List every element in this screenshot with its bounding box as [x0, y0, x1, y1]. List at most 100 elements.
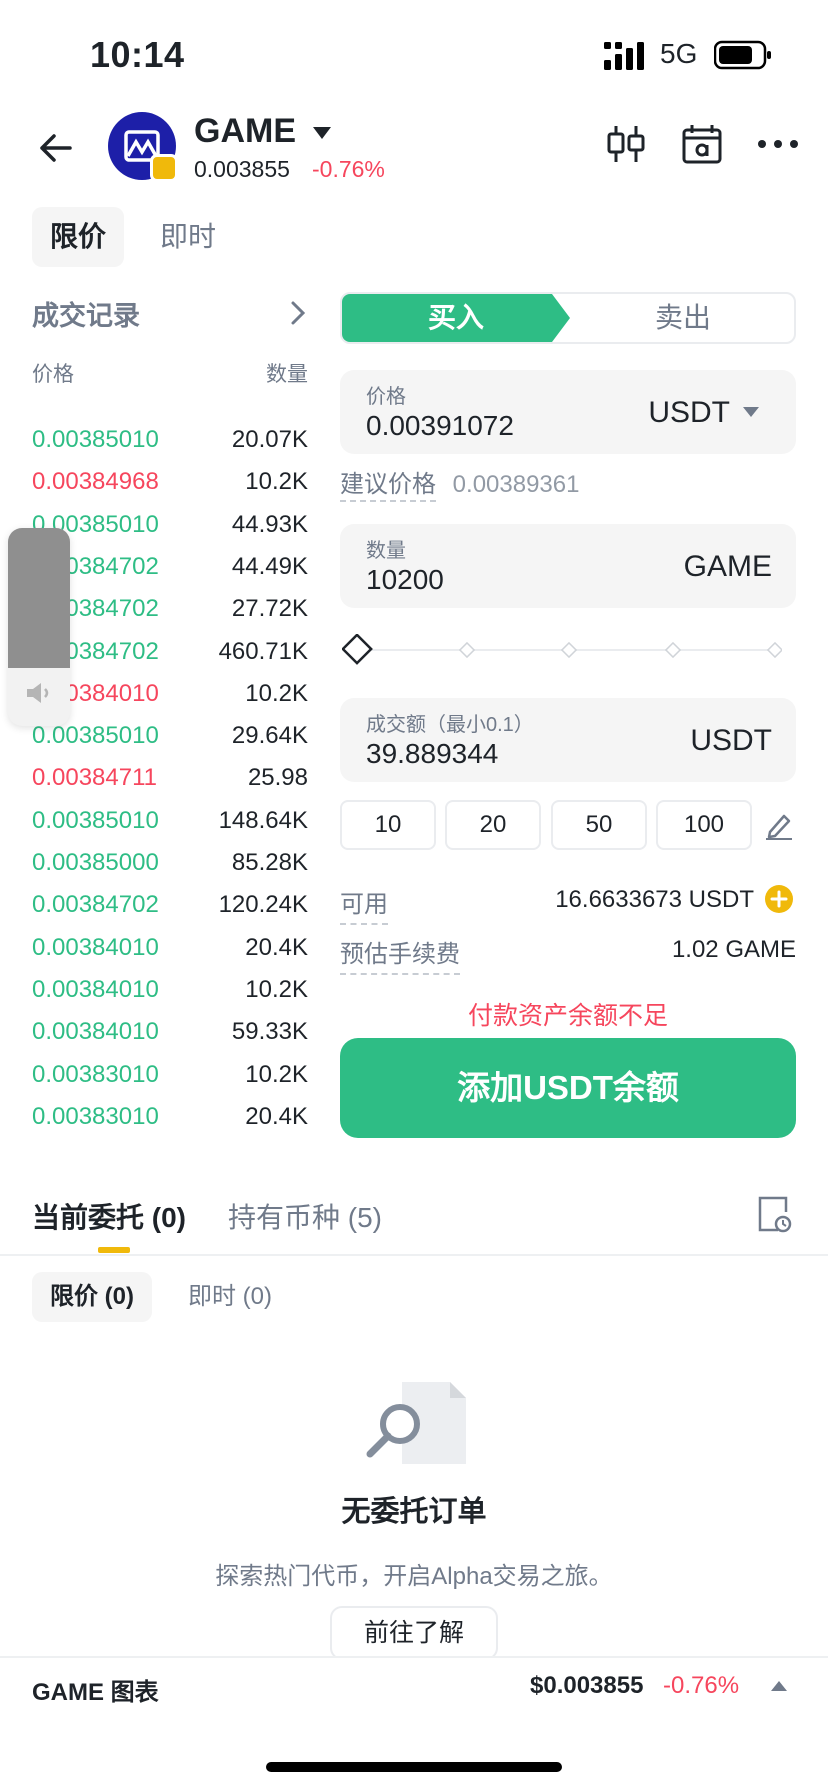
quantity-field[interactable]: 数量 10200 GAME — [340, 524, 796, 608]
speaker-icon — [27, 683, 49, 703]
trade-row: 0.00384968 10.2K — [32, 460, 308, 502]
trade-quantity: 20.07K — [231, 426, 308, 453]
trade-price: 0.00384702 — [32, 891, 159, 919]
quick-amount-button[interactable]: 20 — [445, 800, 541, 850]
trade-price: 0.00385000 — [32, 849, 159, 876]
trade-price: 0.00384010 — [32, 933, 159, 961]
available-value: 16.6633673 USDT — [555, 886, 754, 913]
trade-quantity: 25.98 — [247, 764, 308, 792]
suggested-price: 建议价格 0.00389361 — [340, 464, 580, 502]
learn-more-button[interactable]: 前往了解 — [330, 1606, 498, 1660]
buy-sell-switch: 买入 卖出 — [340, 292, 796, 344]
quick-amount-button[interactable]: 100 — [656, 800, 752, 850]
trade-row: 0.00385010 29.64K — [32, 714, 308, 756]
trade-quantity: 20.4K — [245, 933, 308, 961]
more-icon[interactable] — [756, 122, 800, 166]
trade-quantity: 10.2K — [245, 679, 308, 707]
quick-amount-button[interactable]: 10 — [340, 800, 436, 850]
back-arrow-icon[interactable] — [36, 128, 76, 168]
trade-price: 0.00384711 — [32, 764, 158, 792]
trade-quantity: 27.72K — [231, 595, 308, 623]
chevron-right-icon[interactable] — [288, 300, 308, 326]
trade-quantity: 85.28K — [231, 849, 308, 876]
divider — [0, 1254, 828, 1256]
price-column-header: 价格 — [32, 363, 74, 386]
chart-bar-change: -0.76% — [663, 1672, 740, 1699]
quick-amount-button[interactable]: 50 — [551, 800, 647, 850]
candlestick-chart-icon[interactable] — [604, 122, 648, 166]
buy-tab[interactable]: 买入 — [342, 294, 570, 342]
available-label: 可用 — [340, 884, 388, 925]
sell-tab[interactable]: 卖出 — [570, 294, 796, 342]
trade-row: 0.00384702 44.49K — [32, 545, 308, 587]
insufficient-balance-warning: 付款资产余额不足 — [467, 1002, 668, 1030]
network-type: 5G — [660, 38, 698, 69]
tab-open-orders[interactable]: 当前委托 (0) — [32, 1196, 186, 1236]
slider-step — [560, 641, 578, 659]
empty-search-icon — [366, 1382, 466, 1464]
trade-row: 0.00384010 20.4K — [32, 926, 308, 968]
trade-price: 0.00384010 — [32, 975, 159, 1003]
tab-instant[interactable]: 即时 — [142, 207, 234, 267]
slider-step — [458, 641, 476, 659]
subtab-limit[interactable]: 限价 (0) — [32, 1272, 152, 1322]
trade-price: 0.00383010 — [32, 1060, 159, 1088]
trades-title[interactable]: 成交记录 — [32, 294, 140, 333]
trade-row: 0.00383010 10.2K — [32, 1053, 308, 1095]
caret-down-icon[interactable] — [312, 126, 332, 140]
trade-quantity: 59.33K — [231, 1018, 308, 1046]
total-field-label: 成交额（最小0.1） — [366, 714, 534, 736]
home-indicator[interactable] — [266, 1762, 562, 1772]
trade-price: 0.00384968 — [32, 468, 159, 496]
trade-row: 0.00385000 85.28K — [32, 841, 308, 883]
signal-icon — [604, 42, 644, 70]
trade-row: 0.00384711 25.98 — [32, 756, 308, 798]
price-field[interactable]: 价格 0.00391072 USDT — [340, 370, 796, 454]
token-price: 0.003855 — [194, 156, 290, 182]
total-field[interactable]: 成交额（最小0.1） 39.889344 USDT — [340, 698, 796, 782]
add-usdt-balance-button[interactable]: 添加USDT余额 — [340, 1038, 796, 1138]
quantity-field-unit: GAME — [683, 550, 772, 583]
trade-quantity: 44.49K — [231, 552, 308, 580]
order-history-icon[interactable] — [756, 1194, 792, 1234]
token-change: -0.76% — [312, 156, 385, 182]
empty-subtitle: 探索热门代币，开启Alpha交易之旅。 — [215, 1563, 613, 1590]
caret-down-icon[interactable] — [742, 406, 760, 418]
price-field-unit[interactable]: USDT — [648, 396, 730, 430]
add-balance-icon[interactable] — [764, 884, 794, 914]
trade-row: 0.00384702 120.24K — [32, 883, 308, 925]
fee-label: 预估手续费 — [340, 934, 460, 975]
trade-quantity: 460.71K — [218, 637, 308, 665]
trade-row: 0.00384702 460.71K — [32, 630, 308, 672]
trade-price: 0.00385010 — [32, 722, 159, 750]
price-field-value[interactable]: 0.00391072 — [366, 410, 514, 442]
fee-value: 1.02 GAME — [671, 936, 796, 963]
token-name[interactable]: GAME — [194, 112, 296, 151]
qty-column-header: 数量 — [266, 363, 308, 386]
status-time: 10:14 — [90, 34, 185, 75]
tab-holdings[interactable]: 持有币种 (5) — [228, 1196, 382, 1236]
volume-widget[interactable] — [8, 528, 70, 726]
edit-icon[interactable] — [764, 810, 794, 840]
amount-slider[interactable] — [342, 634, 782, 666]
trade-row: 0.00384010 10.2K — [32, 672, 308, 714]
chart-bar-title[interactable]: GAME 图表 — [32, 1672, 159, 1707]
trade-row: 0.00384010 59.33K — [32, 1010, 308, 1052]
tab-limit[interactable]: 限价 — [32, 207, 125, 267]
suggested-price-label: 建议价格 — [340, 471, 436, 502]
trade-quantity: 120.24K — [218, 891, 308, 919]
suggested-price-value[interactable]: 0.00389361 — [453, 471, 580, 498]
trade-price: 0.00383010 — [32, 1102, 159, 1130]
subtab-instant[interactable]: 即时 (0) — [170, 1272, 290, 1322]
calendar-alpha-icon[interactable] — [680, 122, 724, 166]
trade-row: 0.00385010 148.64K — [32, 799, 308, 841]
caret-up-icon[interactable] — [770, 1680, 788, 1692]
quantity-field-value[interactable]: 10200 — [366, 564, 444, 596]
active-tab-indicator — [98, 1247, 130, 1253]
total-field-unit: USDT — [690, 724, 772, 757]
slider-thumb — [342, 634, 373, 665]
trade-row: 0.00385010 20.07K — [32, 418, 308, 460]
trade-row: 0.00384010 10.2K — [32, 968, 308, 1010]
total-field-value[interactable]: 39.889344 — [366, 738, 498, 770]
chain-badge-icon — [150, 154, 178, 182]
